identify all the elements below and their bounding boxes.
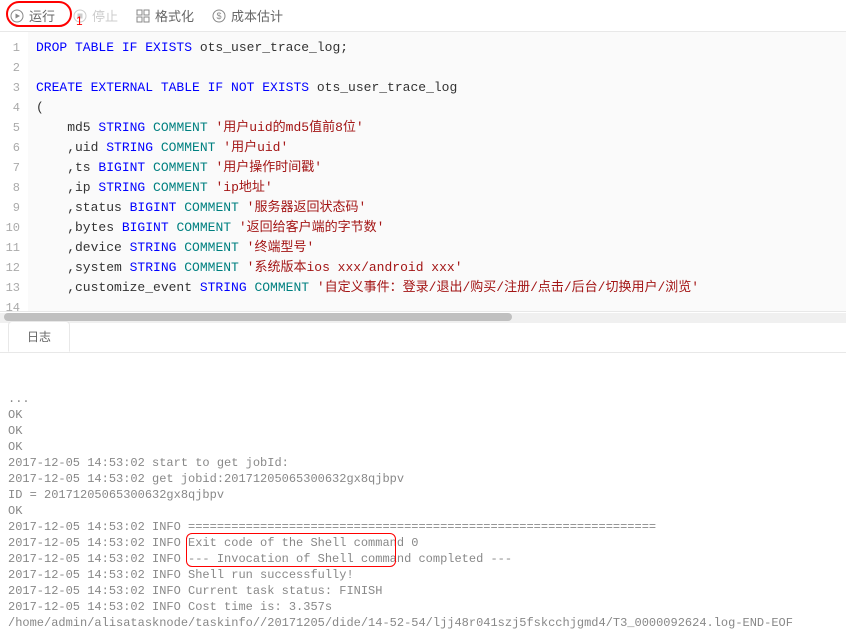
code-line[interactable]: ,customize_event STRING COMMENT '自定义事件：登… (36, 278, 838, 298)
line-number: 7 (4, 158, 20, 178)
line-number: 12 (4, 258, 20, 278)
line-number: 13 (4, 278, 20, 298)
scrollbar-thumb[interactable] (4, 313, 512, 321)
format-button[interactable]: 格式化 (136, 6, 194, 25)
line-number: 2 (4, 58, 20, 78)
code-line[interactable]: ,ip STRING COMMENT 'ip地址' (36, 178, 838, 198)
dollar-icon: $ (212, 9, 226, 23)
log-line: 2017-12-05 14:53:02 INFO ===============… (8, 519, 838, 535)
stop-button: 停止 (73, 6, 118, 25)
code-line[interactable]: DROP TABLE IF EXISTS ots_user_trace_log; (36, 38, 838, 58)
log-line: OK (8, 423, 838, 439)
line-number: 1 (4, 38, 20, 58)
stop-label: 停止 (92, 6, 118, 25)
code-line[interactable]: ,ts BIGINT COMMENT '用户操作时间戳' (36, 158, 838, 178)
log-line: OK (8, 407, 838, 423)
log-line: 2017-12-05 14:53:02 INFO Current task st… (8, 583, 838, 599)
log-line: OK (8, 503, 838, 519)
run-button[interactable]: 运行 (10, 6, 55, 25)
horizontal-scrollbar[interactable] (0, 313, 846, 323)
line-number: 3 (4, 78, 20, 98)
code-line[interactable]: ,bytes BIGINT COMMENT '返回给客户端的字节数' (36, 218, 838, 238)
log-line: OK (8, 439, 838, 455)
code-line[interactable]: CREATE EXTERNAL TABLE IF NOT EXISTS ots_… (36, 78, 838, 98)
code-area[interactable]: DROP TABLE IF EXISTS ots_user_trace_log;… (28, 32, 846, 311)
code-line[interactable]: ,status BIGINT COMMENT '服务器返回状态码' (36, 198, 838, 218)
code-editor[interactable]: 1234567891011121314 DROP TABLE IF EXISTS… (0, 32, 846, 312)
line-number: 5 (4, 118, 20, 138)
toolbar: 运行 停止 格式化 $ 成本估计 (0, 0, 846, 32)
line-gutter: 1234567891011121314 (0, 32, 28, 311)
log-line: ID = 20171205065300632gx8qjbpv (8, 487, 838, 503)
log-line: 2017-12-05 14:53:02 get jobid:2017120506… (8, 471, 838, 487)
stop-icon (73, 9, 87, 23)
log-line: ... (8, 391, 838, 407)
line-number: 6 (4, 138, 20, 158)
log-line: 2017-12-05 14:53:02 INFO Exit code of th… (8, 535, 838, 551)
cost-button[interactable]: $ 成本估计 (212, 6, 283, 25)
format-label: 格式化 (155, 6, 194, 25)
log-output[interactable]: ...OKOKOK2017-12-05 14:53:02 start to ge… (0, 353, 846, 637)
code-line[interactable] (36, 298, 838, 311)
line-number: 14 (4, 298, 20, 312)
code-line[interactable]: ( (36, 98, 838, 118)
grid-icon (136, 9, 150, 23)
log-line: 2017-12-05 14:53:02 INFO --- Invocation … (8, 551, 838, 567)
code-line[interactable]: ,system STRING COMMENT '系统版本ios xxx/andr… (36, 258, 838, 278)
code-line[interactable] (36, 58, 838, 78)
log-line: 2017-12-05 14:53:02 INFO Cost time is: 3… (8, 599, 838, 615)
log-line: 2017-12-05 14:53:02 INFO Shell run succe… (8, 567, 838, 583)
code-line[interactable]: md5 STRING COMMENT '用户uid的md5值前8位' (36, 118, 838, 138)
log-line: 2017-12-05 14:53:02 start to get jobId: (8, 455, 838, 471)
tab-log[interactable]: 日志 (8, 321, 70, 352)
svg-text:$: $ (217, 11, 222, 21)
line-number: 4 (4, 98, 20, 118)
code-line[interactable]: ,uid STRING COMMENT '用户uid' (36, 138, 838, 158)
line-number: 8 (4, 178, 20, 198)
line-number: 9 (4, 198, 20, 218)
log-line: /home/admin/alisatasknode/taskinfo//2017… (8, 615, 838, 631)
line-number: 11 (4, 238, 20, 258)
run-label: 运行 (29, 6, 55, 25)
log-tabs: 日志 (0, 323, 846, 353)
cost-label: 成本估计 (231, 6, 283, 25)
code-line[interactable]: ,device STRING COMMENT '终端型号' (36, 238, 838, 258)
play-icon (10, 9, 24, 23)
line-number: 10 (4, 218, 20, 238)
